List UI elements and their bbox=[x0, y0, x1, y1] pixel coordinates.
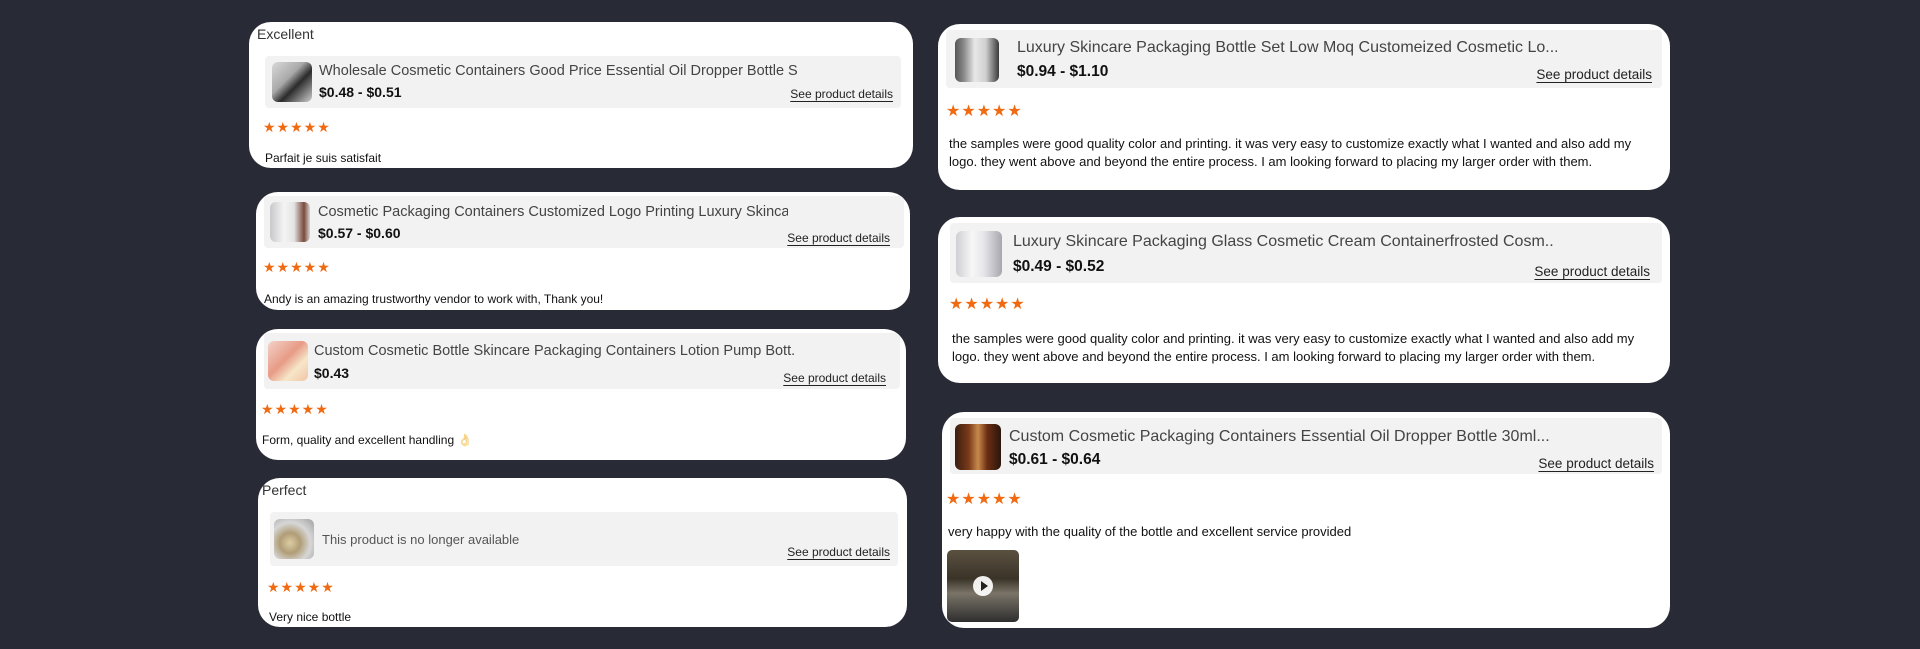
see-product-details-link[interactable]: See product details bbox=[783, 371, 886, 385]
review-card-excellent: Excellent Wholesale Cosmetic Containers … bbox=[249, 22, 913, 168]
see-product-details-link[interactable]: See product details bbox=[1534, 264, 1650, 279]
product-price: $0.57 - $0.60 bbox=[318, 225, 401, 241]
star-rating: ★★★★★ bbox=[261, 401, 329, 417]
play-icon[interactable] bbox=[973, 576, 993, 596]
product-unavailable-text: This product is no longer available bbox=[322, 532, 520, 547]
review-text: Very nice bottle bbox=[269, 610, 352, 624]
review-card: Cosmetic Packaging Containers Customized… bbox=[256, 192, 910, 310]
review-title: Excellent bbox=[257, 26, 314, 42]
product-summary[interactable]: This product is no longer available See … bbox=[270, 512, 898, 566]
product-summary[interactable]: Luxury Skincare Packaging Glass Cosmetic… bbox=[950, 223, 1662, 283]
product-name[interactable]: Custom Cosmetic Packaging Containers Ess… bbox=[1009, 428, 1549, 446]
star-rating: ★★★★★ bbox=[946, 103, 1023, 120]
product-thumbnail[interactable] bbox=[955, 424, 1001, 470]
product-summary[interactable]: Custom Cosmetic Bottle Skincare Packagin… bbox=[264, 333, 900, 389]
product-summary[interactable]: Cosmetic Packaging Containers Customized… bbox=[264, 196, 904, 248]
review-card: Custom Cosmetic Bottle Skincare Packagin… bbox=[256, 329, 906, 460]
product-summary[interactable]: Wholesale Cosmetic Containers Good Price… bbox=[265, 56, 901, 108]
product-price: $0.49 - $0.52 bbox=[1013, 258, 1105, 275]
see-product-details-link[interactable]: See product details bbox=[1538, 456, 1654, 471]
product-name[interactable]: Wholesale Cosmetic Containers Good Price… bbox=[319, 63, 799, 79]
review-text: the samples were good quality color and … bbox=[949, 136, 1632, 169]
review-card: Luxury Skincare Packaging Bottle Set Low… bbox=[938, 24, 1670, 190]
product-thumbnail[interactable] bbox=[955, 38, 999, 82]
review-title: Perfect bbox=[262, 482, 307, 498]
review-video-thumbnail[interactable] bbox=[947, 550, 1019, 622]
product-name[interactable]: Cosmetic Packaging Containers Customized… bbox=[318, 204, 788, 220]
review-text: very happy with the quality of the bottl… bbox=[948, 524, 1352, 539]
review-text: the samples were good quality color and … bbox=[952, 331, 1635, 364]
review-card-perfect: Perfect This product is no longer availa… bbox=[258, 478, 907, 627]
product-summary[interactable]: Luxury Skincare Packaging Bottle Set Low… bbox=[946, 30, 1662, 88]
product-name[interactable]: Custom Cosmetic Bottle Skincare Packagin… bbox=[314, 343, 794, 359]
product-price: $0.48 - $0.51 bbox=[319, 84, 402, 100]
see-product-details-link[interactable]: See product details bbox=[1536, 67, 1652, 82]
review-text: Andy is an amazing trustworthy vendor to… bbox=[264, 292, 604, 306]
product-thumbnail[interactable] bbox=[956, 231, 1002, 277]
product-price: $0.61 - $0.64 bbox=[1009, 451, 1101, 468]
review-text-body: Form, quality and excellent handling bbox=[262, 433, 455, 447]
product-name[interactable]: Luxury Skincare Packaging Glass Cosmetic… bbox=[1013, 233, 1553, 251]
product-thumbnail[interactable] bbox=[268, 341, 308, 381]
see-product-details-link[interactable]: See product details bbox=[787, 545, 890, 559]
see-product-details-link[interactable]: See product details bbox=[790, 87, 893, 101]
review-card: Luxury Skincare Packaging Glass Cosmetic… bbox=[938, 217, 1670, 383]
star-rating: ★★★★★ bbox=[267, 579, 335, 595]
product-thumbnail[interactable] bbox=[274, 519, 314, 559]
ok-hand-emoji: 👌 bbox=[457, 433, 473, 447]
review-card: Custom Cosmetic Packaging Containers Ess… bbox=[942, 412, 1670, 628]
star-rating: ★★★★★ bbox=[263, 259, 331, 275]
product-price: $0.43 bbox=[314, 365, 350, 381]
review-text: Parfait je suis satisfait bbox=[265, 151, 382, 165]
product-summary[interactable]: Custom Cosmetic Packaging Containers Ess… bbox=[950, 418, 1662, 474]
star-rating: ★★★★★ bbox=[263, 119, 331, 135]
review-text: Form, quality and excellent handling 👌 bbox=[262, 432, 472, 449]
product-thumbnail[interactable] bbox=[272, 62, 312, 102]
star-rating: ★★★★★ bbox=[949, 296, 1026, 313]
product-name[interactable]: Luxury Skincare Packaging Bottle Set Low… bbox=[1017, 39, 1557, 57]
product-thumbnail[interactable] bbox=[270, 202, 310, 242]
product-price: $0.94 - $1.10 bbox=[1017, 63, 1109, 80]
star-rating: ★★★★★ bbox=[946, 491, 1023, 508]
see-product-details-link[interactable]: See product details bbox=[787, 231, 890, 245]
